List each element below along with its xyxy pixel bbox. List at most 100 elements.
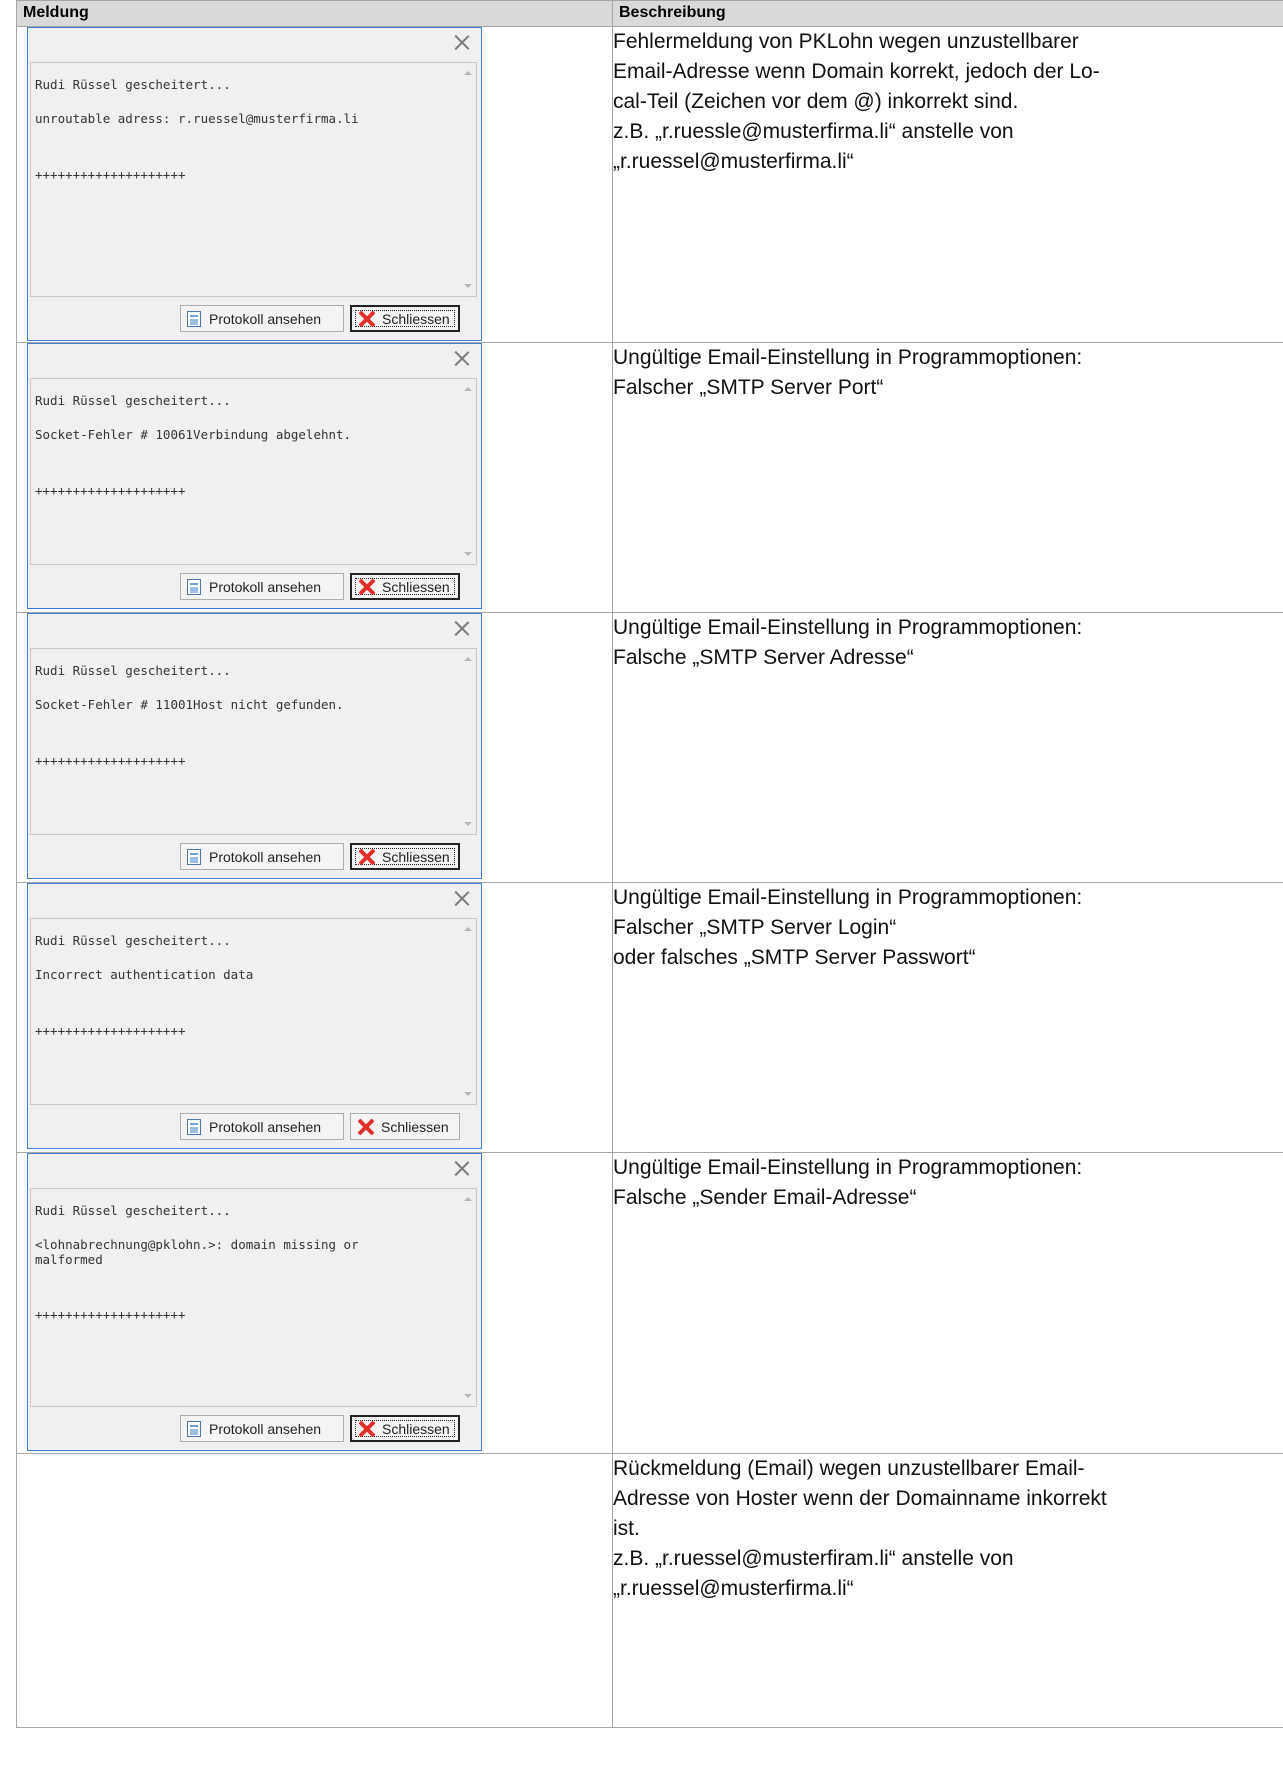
scroll-up-arrow-icon[interactable]: [464, 1197, 472, 1201]
log-document-icon: [187, 1118, 201, 1135]
description-line: Ungültige Email-Einstellung in Programmo…: [613, 886, 1083, 909]
dialog-button-bar: Protokoll ansehen Schliessen: [28, 1408, 481, 1450]
error-dialog: Rudi Rüssel gescheitert... unroutable adr…: [27, 27, 482, 341]
description-line: Fehlermeldung von PKLohn wegen unzustell…: [613, 30, 1079, 53]
log-scrollbar[interactable]: [459, 1189, 476, 1406]
red-x-icon: [358, 578, 376, 596]
error-dialog: Rudi Rüssel gescheitert... Incorrect auth…: [27, 883, 482, 1149]
close-icon[interactable]: [453, 349, 471, 367]
description-line: Adresse von Hoster wenn der Domainname i…: [613, 1487, 1107, 1510]
close-icon[interactable]: [453, 619, 471, 637]
log-line: Socket-Fehler # 11001Host nicht gefunden…: [35, 697, 344, 712]
schliessen-button-label: Schliessen: [382, 1420, 450, 1437]
description-line: „r.ruessel@musterfirma.li“: [613, 150, 854, 173]
description-line: Ungültige Email-Einstellung in Programmo…: [613, 616, 1083, 639]
log-document-icon: [187, 310, 201, 327]
close-icon[interactable]: [453, 889, 471, 907]
log-scrollbar[interactable]: [459, 379, 476, 564]
close-icon[interactable]: [453, 1159, 471, 1177]
header-meldung: Meldung: [16, 0, 613, 27]
log-line: ++++++++++++++++++++: [35, 167, 186, 182]
description-line: Falscher „SMTP Server Port“: [613, 376, 884, 399]
schliessen-button[interactable]: Schliessen: [350, 1415, 460, 1442]
scroll-down-arrow-icon[interactable]: [464, 552, 472, 556]
dialog-button-bar: Protokoll ansehen Schliessen: [28, 566, 481, 608]
log-textbox[interactable]: Rudi Rüssel gescheitert... Incorrect auth…: [30, 918, 477, 1105]
meldung-cell: Rudi Rüssel gescheitert... <lohnabrechnun…: [16, 1152, 613, 1454]
scroll-down-arrow-icon[interactable]: [464, 822, 472, 826]
description-line: z.B. „r.ruessel@musterfiram.li“ anstelle…: [613, 1547, 1014, 1570]
log-line: <lohnabrechnung@pklohn.>: domain missing…: [35, 1237, 359, 1252]
beschreibung-cell: Fehlermeldung von PKLohn wegen unzustell…: [612, 26, 1283, 343]
table-header-row: Meldung Beschreibung: [16, 0, 1283, 27]
scroll-down-arrow-icon[interactable]: [464, 1394, 472, 1398]
beschreibung-cell: Ungültige Email-Einstellung in Programmo…: [612, 342, 1283, 613]
protokoll-ansehen-button[interactable]: Protokoll ansehen: [180, 305, 344, 332]
scroll-down-arrow-icon[interactable]: [464, 284, 472, 288]
meldung-cell: Rudi Rüssel gescheitert... unroutable adr…: [16, 26, 613, 343]
schliessen-button[interactable]: Schliessen: [350, 305, 460, 332]
error-message-table: Meldung Beschreibung Rudi Rüssel geschei…: [16, 0, 1283, 1728]
beschreibung-cell: Rückmeldung (Email) wegen unzustellbarer…: [612, 1453, 1283, 1728]
scroll-down-arrow-icon[interactable]: [464, 1092, 472, 1096]
protokoll-button-label: Protokoll ansehen: [209, 578, 322, 595]
scroll-up-arrow-icon[interactable]: [464, 71, 472, 75]
table-row: Rudi Rüssel gescheitert... Incorrect auth…: [16, 882, 1283, 1153]
log-line: ++++++++++++++++++++: [35, 483, 186, 498]
schliessen-button[interactable]: Schliessen: [350, 843, 460, 870]
scroll-up-arrow-icon[interactable]: [464, 927, 472, 931]
description-line: Ungültige Email-Einstellung in Programmo…: [613, 1156, 1083, 1179]
schliessen-button-label: Schliessen: [382, 310, 450, 327]
protokoll-button-label: Protokoll ansehen: [209, 310, 322, 327]
meldung-cell: [16, 1453, 613, 1728]
error-dialog: Rudi Rüssel gescheitert... Socket-Fehler …: [27, 613, 482, 879]
log-textbox[interactable]: Rudi Rüssel gescheitert... unroutable adr…: [30, 62, 477, 297]
log-line: malformed: [35, 1252, 103, 1267]
log-textbox[interactable]: Rudi Rüssel gescheitert... Socket-Fehler …: [30, 378, 477, 565]
scroll-up-arrow-icon[interactable]: [464, 657, 472, 661]
log-document-icon: [187, 848, 201, 865]
log-document-icon: [187, 1420, 201, 1437]
schliessen-button[interactable]: Schliessen: [350, 573, 460, 600]
dialog-button-bar: Protokoll ansehen Schliessen: [28, 1106, 481, 1148]
log-scrollbar[interactable]: [459, 63, 476, 296]
log-line: Rudi Rüssel gescheitert...: [35, 663, 231, 678]
protokoll-button-label: Protokoll ansehen: [209, 1420, 322, 1437]
log-line: Rudi Rüssel gescheitert...: [35, 933, 231, 948]
description-line: Falscher „SMTP Server Login“: [613, 916, 897, 939]
beschreibung-cell: Ungültige Email-Einstellung in Programmo…: [612, 612, 1283, 883]
protokoll-button-label: Protokoll ansehen: [209, 1118, 322, 1135]
dialog-button-bar: Protokoll ansehen Schliessen: [28, 298, 481, 340]
schliessen-button-label: Schliessen: [381, 1118, 449, 1135]
schliessen-button[interactable]: Schliessen: [350, 1113, 460, 1140]
meldung-cell: Rudi Rüssel gescheitert... Incorrect auth…: [16, 882, 613, 1153]
red-x-icon: [358, 848, 376, 866]
scroll-up-arrow-icon[interactable]: [464, 387, 472, 391]
log-scrollbar[interactable]: [459, 649, 476, 834]
protokoll-ansehen-button[interactable]: Protokoll ansehen: [180, 843, 344, 870]
table-row: Rückmeldung (Email) wegen unzustellbarer…: [16, 1453, 1283, 1728]
red-x-icon: [357, 1118, 375, 1136]
meldung-cell: Rudi Rüssel gescheitert... Socket-Fehler …: [16, 612, 613, 883]
red-x-icon: [358, 1420, 376, 1438]
description-line: Email-Adresse wenn Domain korrekt, jedoc…: [613, 60, 1100, 83]
dialog-button-bar: Protokoll ansehen Schliessen: [28, 836, 481, 878]
protokoll-ansehen-button[interactable]: Protokoll ansehen: [180, 573, 344, 600]
description-line: „r.ruessel@musterfirma.li“: [613, 1577, 854, 1600]
protokoll-ansehen-button[interactable]: Protokoll ansehen: [180, 1415, 344, 1442]
log-line: ++++++++++++++++++++: [35, 1307, 186, 1322]
document-page: Meldung Beschreibung Rudi Rüssel geschei…: [0, 0, 1283, 1767]
log-textbox[interactable]: Rudi Rüssel gescheitert... Socket-Fehler …: [30, 648, 477, 835]
close-icon[interactable]: [453, 33, 471, 51]
beschreibung-cell: Ungültige Email-Einstellung in Programmo…: [612, 882, 1283, 1153]
protokoll-ansehen-button[interactable]: Protokoll ansehen: [180, 1113, 344, 1140]
protokoll-button-label: Protokoll ansehen: [209, 848, 322, 865]
table-row: Rudi Rüssel gescheitert... unroutable adr…: [16, 26, 1283, 343]
log-scrollbar[interactable]: [459, 919, 476, 1104]
log-line: ++++++++++++++++++++: [35, 753, 186, 768]
red-x-icon: [358, 310, 376, 328]
description-line: ist.: [613, 1517, 640, 1540]
log-textbox[interactable]: Rudi Rüssel gescheitert... <lohnabrechnun…: [30, 1188, 477, 1407]
error-dialog: Rudi Rüssel gescheitert... <lohnabrechnun…: [27, 1153, 482, 1451]
log-line: Rudi Rüssel gescheitert...: [35, 393, 231, 408]
